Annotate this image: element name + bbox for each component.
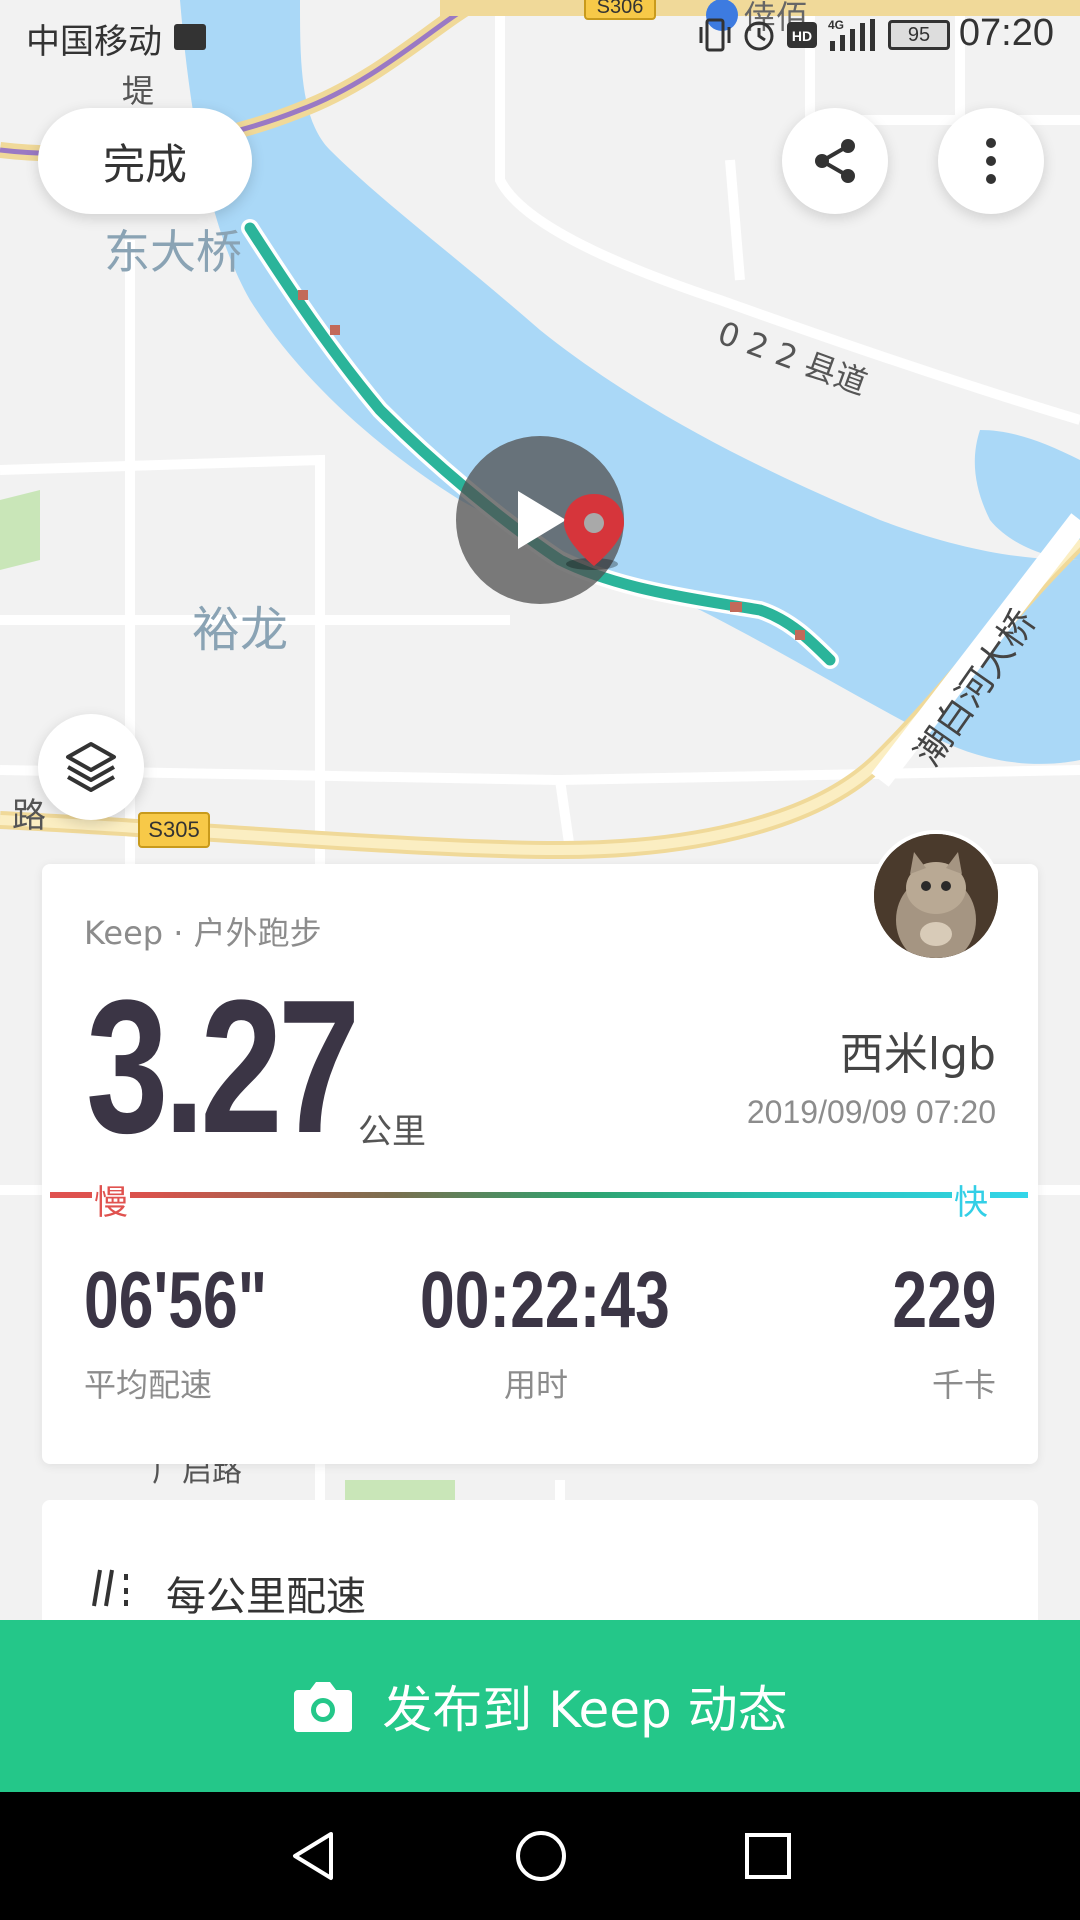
user-avatar[interactable] [870,830,1002,962]
more-options-button[interactable] [938,108,1044,214]
map-label-bridge-east: 东大桥 [104,225,242,279]
signal-4g-icon: 4G [828,16,878,54]
duration-label: 用时 [504,1366,569,1404]
carrier-name: 中国移动 [26,22,162,62]
done-button[interactable]: 完成 [38,108,252,214]
road-shield-s305-label: S305 [148,817,200,842]
hd-icon: HD [786,16,818,54]
home-circle-icon[interactable] [513,1828,569,1884]
speed-gradient-legend [50,1192,1028,1198]
map-label-di: 堤 [122,72,155,110]
status-bar: 中国移动 HD 4G 95 07:20 [0,0,1080,72]
road-shield-s305: S305 [138,812,210,848]
map-label-lu: 路 [12,796,46,836]
avg-pace-value: 06'56" [84,1255,268,1344]
calories-label: 千卡 [931,1366,996,1404]
more-vertical-icon [986,138,996,184]
per-km-pace-title: 每公里配速 [166,1574,366,1620]
play-icon [518,491,566,549]
location-pin-icon [562,492,626,570]
share-button[interactable] [782,108,888,214]
svg-text:HD: HD [792,28,812,44]
distance-unit: 公里 [358,1112,426,1152]
publish-label: 发布到 Keep 动态 [382,1681,788,1739]
camera-icon [294,1682,353,1732]
back-triangle-icon[interactable] [287,1828,339,1884]
vibrate-icon [698,16,732,54]
map-label-yulong: 裕龙 [192,602,289,658]
map-layers-button[interactable] [38,714,144,820]
activity-source: Keep · 户外跑步 [84,914,322,952]
per-km-pace-card[interactable]: 每公里配速 [42,1500,1038,1640]
alarm-icon [742,16,776,54]
fast-legend-label: 快 [952,1175,990,1224]
run-summary-card: Keep · 户外跑步 3.27 公里 西米lgb 2019/09/09 07:… [42,864,1038,1464]
recents-square-icon[interactable] [743,1831,793,1881]
slow-legend-label: 慢 [92,1175,130,1224]
battery-level: 95 [888,20,950,50]
layers-icon [66,742,116,792]
clock: 07:20 [958,12,1054,54]
run-datetime: 2019/09/09 07:20 [746,1094,996,1130]
publish-to-feed-button[interactable]: 发布到 Keep 动态 [0,1620,1080,1792]
username: 西米lgb [839,1029,996,1080]
pace-chart-icon [92,1569,128,1607]
svg-text:4G: 4G [828,18,844,32]
share-icon [815,139,855,183]
status-icons: HD 4G 95 [698,16,950,54]
calories-value: 229 [891,1255,996,1344]
system-nav-bar [0,1792,1080,1920]
battery-icon: 95 [888,16,950,54]
cat-avatar-image [874,834,998,958]
briefcase-icon [174,24,206,50]
duration-value: 00:22:43 [420,1255,670,1344]
avg-pace-label: 平均配速 [84,1366,213,1404]
distance-value: 3.27 [86,961,360,1173]
